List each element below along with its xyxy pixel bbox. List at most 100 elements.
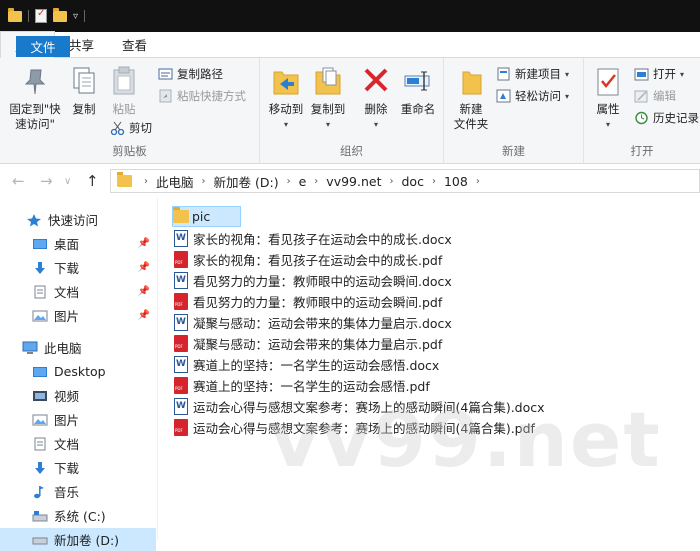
pin-icon[interactable]: 📌 [138, 286, 150, 297]
breadcrumb-separator[interactable]: › [314, 176, 318, 187]
folder-icon [117, 172, 132, 187]
nav-this-pc[interactable]: 此电脑 [0, 336, 156, 359]
pin-icon[interactable]: 📌 [138, 238, 150, 249]
properties-button[interactable]: 属性 ▾ [590, 64, 626, 132]
breadcrumb-separator[interactable]: › [202, 176, 206, 187]
pdf-icon [174, 335, 188, 352]
properties-label: 属性 [596, 102, 620, 116]
rename-icon [402, 64, 434, 98]
nav-pc-pictures[interactable]: 图片 [0, 408, 156, 431]
list-item[interactable]: 家长的视角：看见孩子在运动会中的成长.pdf [174, 249, 442, 270]
breadcrumb-vv99[interactable]: vv99.net [326, 174, 381, 189]
open-group-label: 打开 [630, 144, 654, 158]
breadcrumb[interactable]: › 此电脑 › 新加卷 (D:) › e › vv99.net › doc › … [110, 169, 700, 193]
edit-button[interactable]: 编辑 [634, 88, 676, 104]
back-arrow-icon[interactable]: ← [12, 172, 25, 190]
new-folder-button[interactable]: 新建 文件夹 [450, 64, 492, 132]
file-name: 看见努力的力量：教师眼中的运动会瞬间.pdf [193, 295, 443, 310]
nav-pc-documents[interactable]: 文档 [0, 432, 156, 455]
copy-to-button[interactable]: 复制到 ▾ [308, 64, 348, 132]
breadcrumb-e[interactable]: e [299, 174, 307, 189]
new-folder-icon[interactable] [53, 7, 67, 22]
easy-access-button[interactable]: 轻松访问 ▾ [496, 88, 569, 104]
copy-to-icon [312, 64, 344, 98]
pin-icon[interactable]: 📌 [138, 262, 150, 273]
nav-pictures[interactable]: 图片 📌 [0, 304, 156, 327]
breadcrumb-drive-d[interactable]: 新加卷 (D:) [214, 172, 279, 191]
file-name: 运动会心得与感想文案参考：赛场上的感动瞬间(4篇合集).docx [193, 400, 545, 415]
list-item[interactable]: 凝聚与感动：运动会带来的集体力量启示.docx [174, 312, 452, 333]
nav-documents[interactable]: 文档 📌 [0, 280, 156, 303]
ribbon: 固定到"快 速访问" 复制 粘贴 复制路径 粘贴快捷方式 剪切 剪贴板 移动到 … [0, 58, 700, 164]
nav-quick-access[interactable]: 快速访问 [0, 208, 156, 231]
up-arrow-icon[interactable]: ↑ [86, 172, 99, 190]
list-item[interactable]: 赛道上的坚持：一名学生的运动会感悟.pdf [174, 375, 430, 396]
recent-locations-icon[interactable]: ∨ [64, 176, 71, 187]
file-name: 赛道上的坚持：一名学生的运动会感悟.pdf [193, 379, 430, 394]
nav-videos[interactable]: 视频 [0, 384, 156, 407]
copy-path-label: 复制路径 [177, 67, 223, 81]
breadcrumb-this-pc[interactable]: 此电脑 [156, 172, 194, 191]
list-item[interactable]: 凝聚与感动：运动会带来的集体力量启示.pdf [174, 333, 442, 354]
nav-music-label: 音乐 [54, 485, 80, 500]
list-item[interactable]: 运动会心得与感想文案参考：赛场上的感动瞬间(4篇合集).docx [174, 396, 545, 417]
nav-pc-downloads[interactable]: 下载 [0, 456, 156, 479]
history-button[interactable]: 历史记录 [634, 110, 699, 126]
list-item[interactable]: 看见努力的力量：教师眼中的运动会瞬间.docx [174, 270, 452, 291]
nav-quick-access-label: 快速访问 [48, 213, 99, 228]
nav-desktop[interactable]: 桌面 📌 [0, 232, 156, 255]
cut-button[interactable]: 剪切 [110, 120, 152, 136]
download-icon [32, 461, 48, 475]
breadcrumb-separator[interactable]: › [432, 176, 436, 187]
breadcrumb-108[interactable]: 108 [444, 174, 468, 189]
breadcrumb-separator[interactable]: › [144, 176, 148, 187]
file-name: 家长的视角：看见孩子在运动会中的成长.pdf [193, 253, 443, 268]
easy-access-icon [496, 89, 511, 103]
properties-icon[interactable] [35, 8, 47, 23]
pdf-icon [174, 419, 188, 436]
open-caret: ▾ [680, 69, 685, 79]
list-item[interactable]: 看见努力的力量：教师眼中的运动会瞬间.pdf [174, 291, 442, 312]
move-to-button[interactable]: 移动到 ▾ [266, 64, 306, 132]
move-to-label: 移动到 [268, 102, 304, 116]
breadcrumb-doc[interactable]: doc [402, 174, 424, 189]
paste-button[interactable]: 粘贴 [106, 64, 142, 117]
copy-path-button[interactable]: 复制路径 [158, 66, 223, 82]
nav-desktop-label: 桌面 [54, 237, 80, 252]
nav-downloads[interactable]: 下载 📌 [0, 256, 156, 279]
organize-group: 移动到 ▾ 复制到 ▾ 删除 ▾ 重命名 组织 [260, 58, 444, 164]
forward-arrow-icon[interactable]: → [40, 172, 53, 190]
list-item[interactable]: 赛道上的坚持：一名学生的运动会感悟.docx [174, 354, 439, 375]
scissors-icon [110, 121, 125, 136]
pin-to-quick-access-button[interactable]: 固定到"快 速访问" [6, 64, 64, 132]
paste-shortcut-button[interactable]: 粘贴快捷方式 [158, 88, 246, 104]
tab-view[interactable]: 查看 [108, 31, 161, 57]
pin-icon[interactable]: 📌 [138, 310, 150, 321]
breadcrumb-separator[interactable]: › [287, 176, 291, 187]
nav-drive-c[interactable]: 系统 (C:) [0, 504, 156, 527]
tab-file[interactable]: 文件 [16, 36, 70, 57]
nav-music[interactable]: 音乐 [0, 480, 156, 503]
pictures-icon [32, 309, 48, 323]
delete-button[interactable]: 删除 ▾ [358, 64, 394, 132]
folder-icon[interactable] [8, 7, 22, 22]
copy-button[interactable]: 复制 [66, 64, 102, 117]
nav-pc-desktop-label: Desktop [54, 364, 106, 379]
easy-access-caret: ▾ [565, 91, 570, 101]
list-item[interactable]: 家长的视角：看见孩子在运动会中的成长.docx [174, 228, 452, 249]
new-item-button[interactable]: 新建项目 ▾ [496, 66, 569, 82]
breadcrumb-separator[interactable]: › [476, 176, 480, 187]
list-item[interactable]: pic [172, 206, 242, 227]
new-group-label: 新建 [502, 144, 525, 158]
navigation-pane: 快速访问 桌面 📌 下载 📌 文档 📌 图片 📌 此电脑 Desktop 视频 … [0, 198, 158, 551]
breadcrumb-separator[interactable]: › [390, 176, 394, 187]
customize-toolbar-icon[interactable]: ▿ [73, 11, 78, 22]
open-button[interactable]: 打开 ▾ [634, 66, 684, 82]
separator [84, 10, 86, 22]
desktop-icon [32, 237, 48, 251]
new-item-caret: ▾ [565, 69, 570, 79]
list-item[interactable]: 运动会心得与感想文案参考：赛场上的感动瞬间(4篇合集).pdf [174, 417, 535, 438]
copy-path-icon [158, 67, 173, 81]
nav-pc-desktop[interactable]: Desktop [0, 360, 156, 383]
rename-button[interactable]: 重命名 [396, 64, 440, 117]
